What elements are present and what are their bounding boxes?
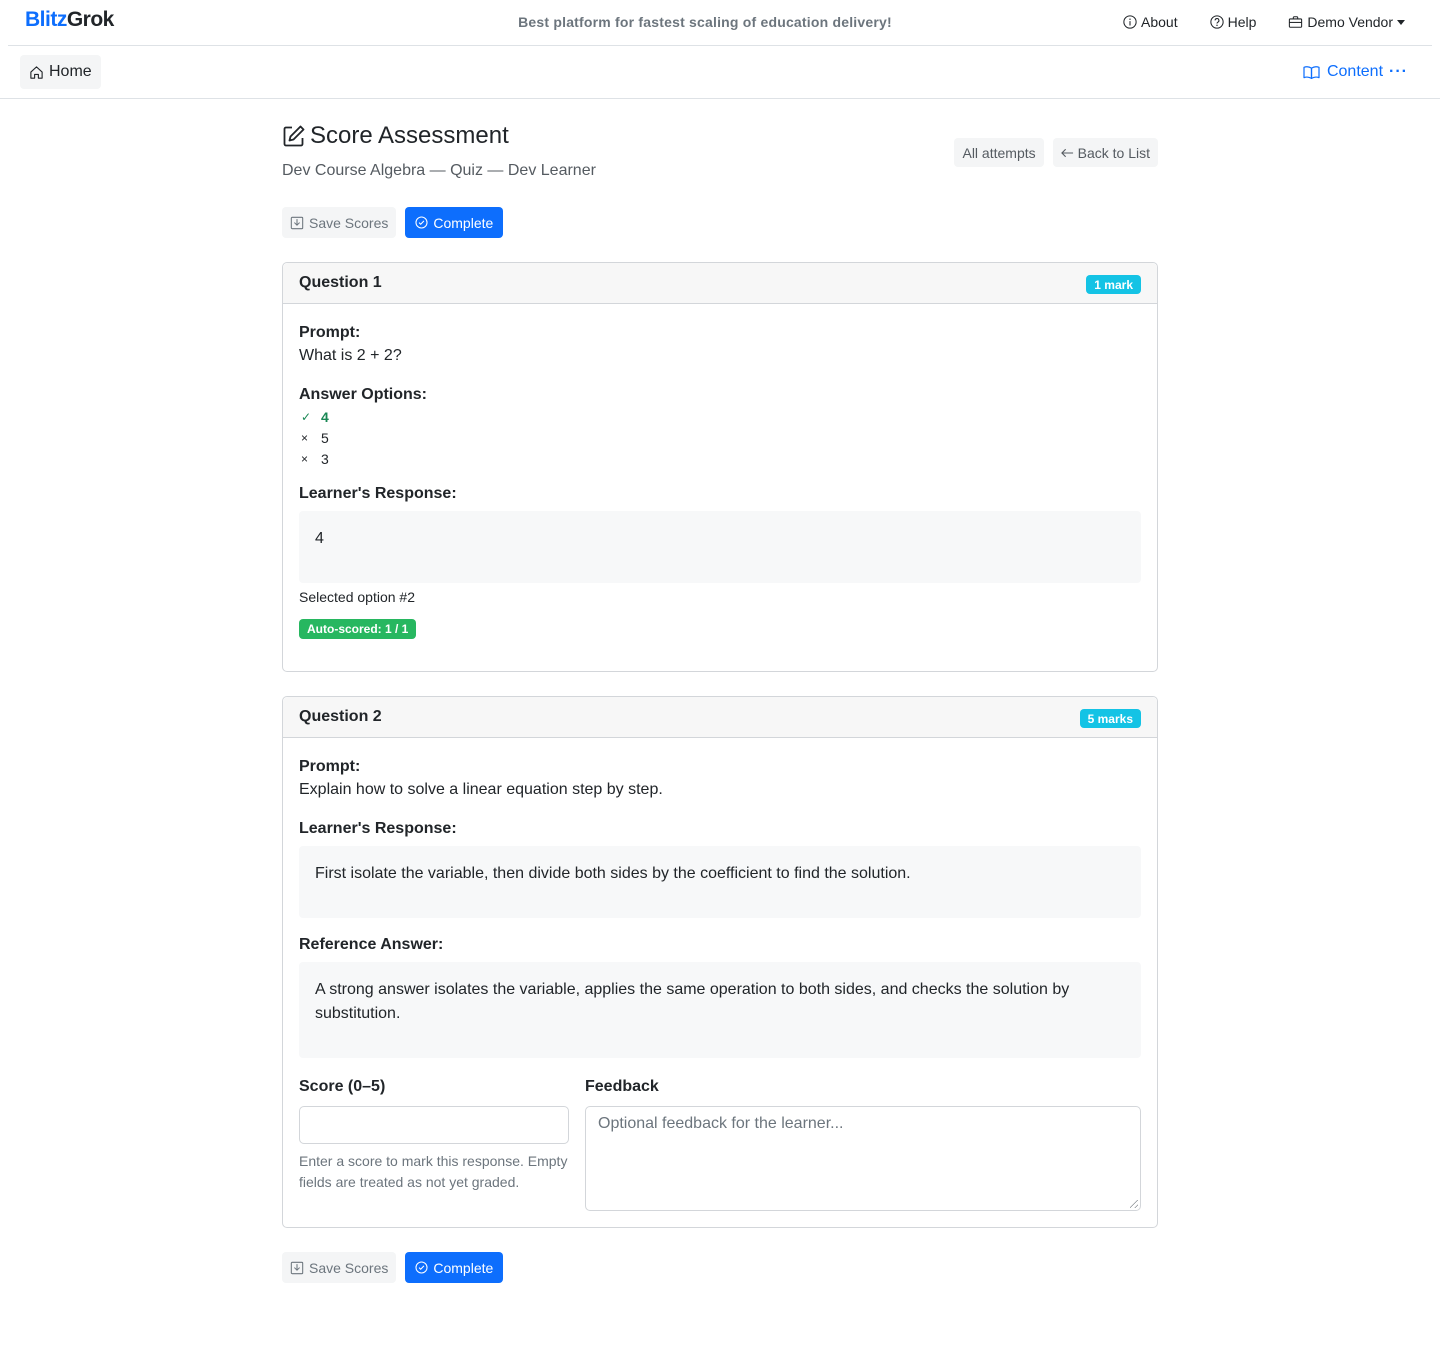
question-card: Question 2 5 marks Prompt: Explain how t… — [282, 696, 1158, 1228]
resize-handle-icon[interactable] — [1130, 1200, 1138, 1208]
feedback-textarea[interactable]: Optional feedback for the learner... — [585, 1106, 1141, 1211]
caret-down-icon — [1397, 19, 1405, 25]
check-circle-icon — [415, 1261, 433, 1274]
feedback-column: Feedback Optional feedback for the learn… — [585, 1076, 1141, 1211]
about-label: About — [1141, 14, 1178, 30]
complete-button[interactable]: Complete — [405, 207, 504, 238]
info-icon — [1123, 15, 1141, 29]
help-label: Help — [1227, 14, 1257, 30]
help-link[interactable]: Help — [1209, 14, 1257, 30]
question-title: Question 2 — [299, 708, 382, 725]
more-dots-icon: ··· — [1389, 63, 1408, 80]
answer-option: × 5 — [299, 427, 1141, 448]
bottom-action-row: Save Scores Complete — [282, 1252, 1158, 1283]
back-to-list-label: Back to List — [1077, 144, 1150, 161]
prompt-text: Explain how to solve a linear equation s… — [299, 781, 663, 798]
top-header: BlitzGrok Best platform for fastest scal… — [8, 0, 1432, 46]
selected-option-note: Selected option #2 — [299, 589, 415, 605]
answer-option-text: 4 — [321, 408, 329, 425]
book-icon — [1303, 65, 1327, 80]
save-scores-label: Save Scores — [309, 214, 389, 231]
reference-answer-box: A strong answer isolates the variable, a… — [299, 962, 1141, 1058]
page-title: Score Assessment — [282, 122, 509, 150]
top-action-row: Save Scores Complete — [282, 207, 1158, 238]
score-input[interactable] — [299, 1106, 569, 1144]
learner-response-box: 4 — [299, 511, 1141, 583]
feedback-label: Feedback — [585, 1078, 659, 1095]
score-help-text: Enter a score to mark this response. Emp… — [299, 1153, 568, 1190]
marks-badge: 5 marks — [1079, 709, 1141, 728]
marks-badge: 1 mark — [1086, 275, 1141, 294]
answer-option-text: 5 — [321, 429, 329, 446]
pencil-square-icon — [282, 124, 310, 148]
learner-response-label: Learner's Response: — [299, 820, 457, 837]
score-column: Score (0–5) Enter a score to mark this r… — [299, 1076, 569, 1211]
question-title: Question 1 — [299, 274, 382, 291]
prompt-label: Prompt: — [299, 758, 361, 775]
save-scores-button[interactable]: Save Scores — [282, 207, 397, 238]
home-label: Home — [49, 63, 92, 80]
complete-button[interactable]: Complete — [405, 1252, 504, 1283]
save-icon — [290, 1261, 309, 1275]
question-card: Question 1 1 mark Prompt: What is 2 + 2?… — [282, 262, 1158, 672]
reference-answer-label: Reference Answer: — [299, 936, 444, 953]
main-content: Score Assessment Dev Course Algebra — Qu… — [282, 99, 1158, 1283]
question-card-body: Prompt: What is 2 + 2? Answer Options: ✓… — [283, 304, 1157, 671]
arrow-left-icon — [1060, 148, 1078, 158]
prompt-text: What is 2 + 2? — [299, 347, 402, 364]
content-label: Content — [1326, 63, 1384, 80]
answer-option: × 3 — [299, 448, 1141, 469]
all-attempts-button[interactable]: All attempts — [954, 138, 1044, 167]
auto-scored-badge: Auto-scored: 1 / 1 — [299, 619, 417, 639]
home-button[interactable]: Home — [20, 55, 101, 89]
check-icon: ✓ — [301, 409, 312, 424]
answer-option-correct: ✓ 4 — [299, 406, 1141, 427]
save-scores-label: Save Scores — [309, 1259, 389, 1276]
top-nav: About Help Demo Vendor — [1123, 14, 1405, 30]
score-label: Score (0–5) — [299, 1078, 386, 1095]
vendor-dropdown[interactable]: Demo Vendor — [1288, 14, 1405, 30]
save-icon — [290, 216, 309, 230]
learner-response-box: First isolate the variable, then divide … — [299, 846, 1141, 918]
question-card-header: Question 2 5 marks — [283, 697, 1157, 738]
answer-options-list: ✓ 4 × 5 × 3 — [299, 406, 1141, 469]
complete-label: Complete — [433, 1259, 494, 1276]
page-header: Score Assessment Dev Course Algebra — Qu… — [282, 99, 1158, 207]
briefcase-icon — [1288, 15, 1307, 29]
answer-options-label: Answer Options: — [299, 386, 428, 403]
page-subtitle: Dev Course Algebra — Quiz — Dev Learner — [282, 162, 596, 179]
back-to-list-button[interactable]: Back to List — [1052, 138, 1158, 167]
save-scores-button[interactable]: Save Scores — [282, 1252, 397, 1283]
x-icon: × — [301, 451, 309, 466]
header-actions: All attempts Back to List — [954, 138, 1158, 167]
house-icon — [29, 65, 49, 80]
secondary-nav: Home Content ··· — [0, 46, 1440, 99]
complete-label: Complete — [433, 214, 494, 231]
question-circle-icon — [1209, 15, 1228, 29]
page-title-text: Score Assessment — [310, 122, 509, 149]
x-icon: × — [301, 430, 309, 445]
prompt-label: Prompt: — [299, 324, 361, 341]
learner-response-label: Learner's Response: — [299, 485, 457, 502]
question-card-header: Question 1 1 mark — [283, 263, 1157, 304]
vendor-label: Demo Vendor — [1307, 14, 1393, 30]
content-menu[interactable]: Content ··· — [1303, 63, 1408, 81]
about-link[interactable]: About — [1123, 14, 1178, 30]
check-circle-icon — [415, 216, 433, 229]
grading-row: Score (0–5) Enter a score to mark this r… — [299, 1076, 1141, 1211]
feedback-placeholder: Optional feedback for the learner... — [598, 1115, 844, 1132]
question-card-body: Prompt: Explain how to solve a linear eq… — [283, 738, 1157, 1227]
answer-option-text: 3 — [321, 450, 329, 467]
